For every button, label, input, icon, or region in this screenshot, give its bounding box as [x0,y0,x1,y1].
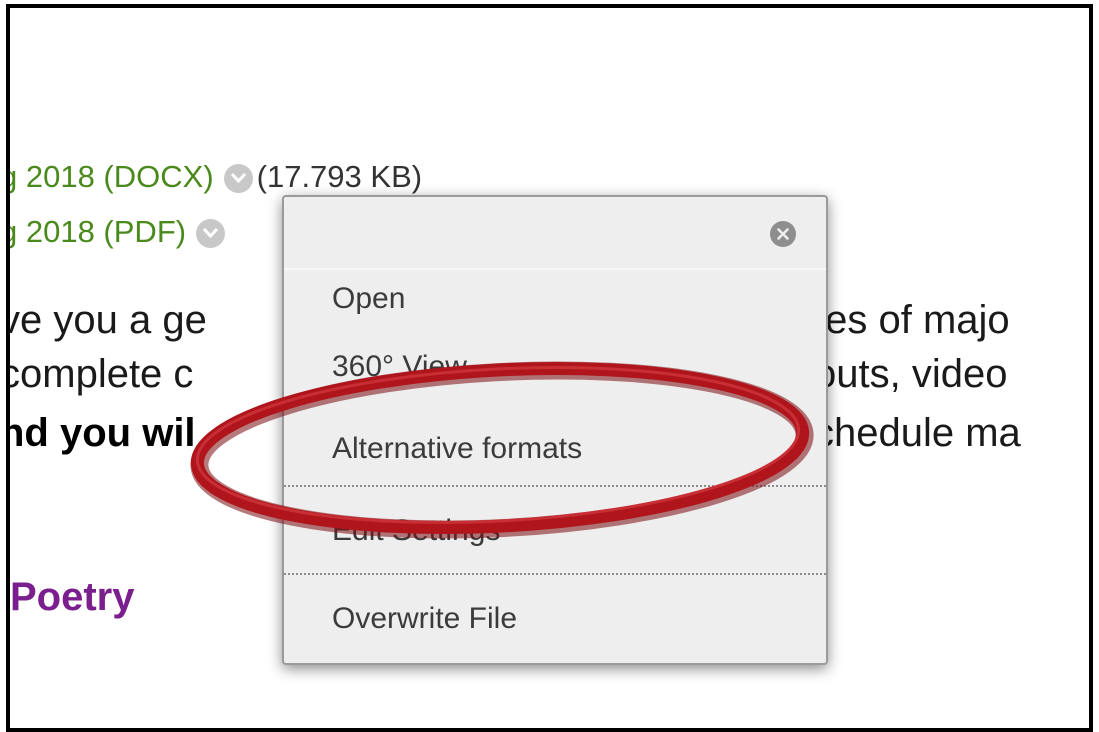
file-context-menu: Open 360° View Alternative formats Edit … [282,195,828,665]
body-text-line-3-right: chedule ma [814,411,1021,455]
file-link-docx[interactable]: g 2018 (DOCX) [10,159,214,194]
file-link-pdf[interactable]: g 2018 (PDF) [10,214,186,249]
menu-item-overwrite-file[interactable]: Overwrite File [332,601,517,637]
content-page: g 2018 (DOCX) (17.793 KB) g 2018 (PDF) ve… [6,8,1089,706]
file-row-pdf: g 2018 (PDF) [10,214,229,250]
body-text-line-3: nd you wil [6,411,196,455]
menu-header-divider [284,268,826,270]
file-options-chevron-icon[interactable] [223,164,253,193]
body-text-line-2-right: outs, video [814,352,1008,396]
menu-separator [284,485,826,487]
file-size-docx: (17.793 KB) [256,159,423,194]
menu-separator [284,573,826,575]
close-icon[interactable] [770,221,796,247]
body-text-line-1-right: tes of majo [814,298,1010,342]
screenshot-frame: g 2018 (DOCX) (17.793 KB) g 2018 (PDF) ve… [6,4,1093,732]
file-row-docx: g 2018 (DOCX) (17.793 KB) [10,159,423,195]
file-options-chevron-icon[interactable] [196,219,226,248]
section-heading: Poetry [10,575,135,619]
menu-item-open[interactable]: Open [332,281,405,317]
body-text-line-1: ve you a ge [6,298,207,342]
menu-item-alternative-formats[interactable]: Alternative formats [332,431,582,467]
body-text-line-2: complete c [6,352,194,396]
menu-item-edit-settings[interactable]: Edit Settings [332,513,500,549]
menu-item-360-view[interactable]: 360° View [332,349,467,385]
